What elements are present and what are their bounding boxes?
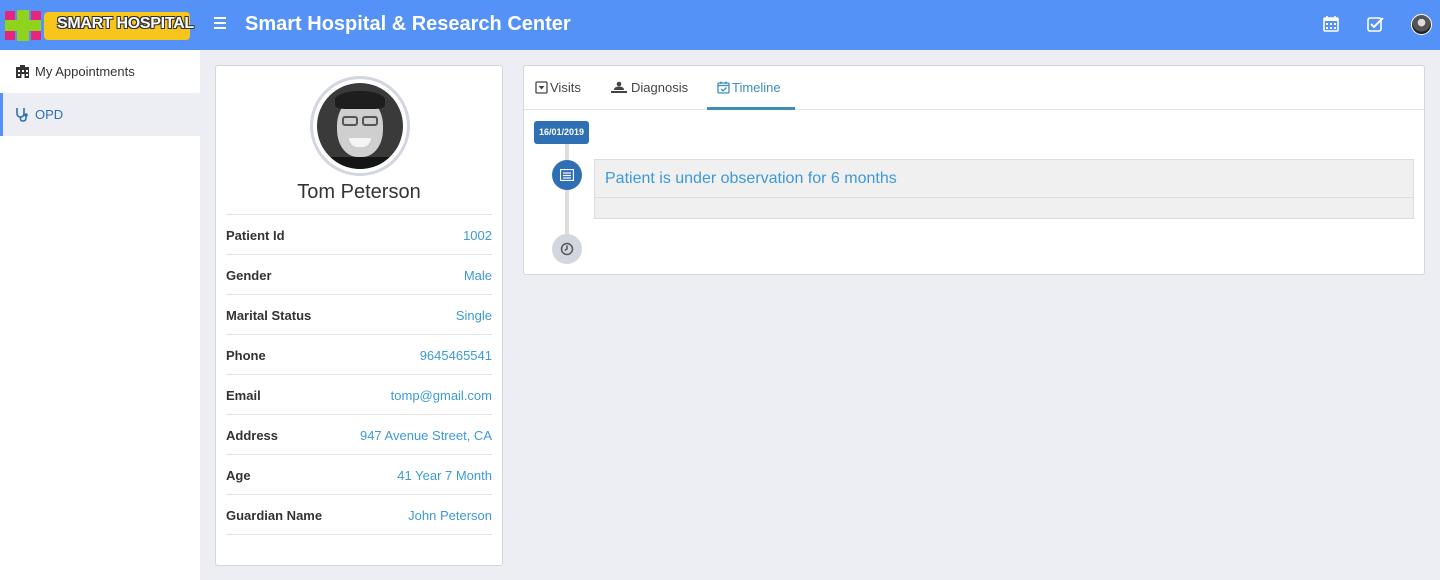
info-value[interactable]: 947 Avenue Street, CA — [360, 428, 492, 443]
info-label: Phone — [226, 348, 266, 363]
list-alt-icon — [560, 169, 574, 181]
info-value[interactable]: 41 Year 7 Month — [397, 468, 492, 483]
patient-info-list: Patient Id 1002 Gender Male Marital Stat… — [226, 214, 492, 535]
tab-label: Diagnosis — [631, 80, 689, 95]
info-label: Patient Id — [226, 228, 285, 243]
info-label: Guardian Name — [226, 508, 323, 523]
info-row-gender: Gender Male — [226, 255, 492, 295]
tab-visits[interactable]: Visits — [535, 66, 597, 110]
user-avatar[interactable] — [1411, 14, 1432, 35]
hospital-building-icon — [16, 65, 29, 78]
timeline-date-badge: 16/01/2019 — [534, 121, 590, 144]
info-label: Gender — [226, 268, 272, 283]
info-value[interactable]: Single — [456, 308, 492, 323]
info-label: Marital Status — [226, 308, 312, 323]
info-value[interactable]: 1002 — [463, 228, 492, 243]
patient-photo — [310, 76, 410, 176]
info-value[interactable]: John Peterson — [408, 508, 492, 523]
caret-square-down-icon — [535, 81, 548, 94]
app-logo[interactable]: SMART HOSPITAL — [4, 10, 194, 41]
task-check-icon[interactable] — [1366, 15, 1384, 33]
menu-icon[interactable] — [214, 17, 228, 31]
clock-icon — [560, 242, 574, 256]
calendar-check-icon — [717, 81, 730, 94]
sidebar-item-label: OPD — [35, 107, 64, 122]
calendar-icon[interactable] — [1322, 15, 1340, 33]
tab-timeline[interactable]: Timeline — [707, 66, 795, 110]
info-row-address: Address 947 Avenue Street, CA — [226, 415, 492, 455]
info-value[interactable]: tomp@gmail.com — [391, 388, 492, 403]
info-label: Email — [226, 388, 261, 403]
top-header: SMART HOSPITAL Smart Hospital & Research… — [0, 0, 1440, 50]
info-row-email: Email tomp@gmail.com — [226, 375, 492, 415]
timeline-item-header: Patient is under observation for 6 month… — [595, 160, 1413, 198]
info-row-phone: Phone 9645465541 — [226, 335, 492, 375]
tab-label: Visits — [550, 80, 581, 95]
timeline-entry-marker — [552, 160, 582, 190]
tabs-panel: Visits Diagnosis Timeline 16/01/2019 Pat… — [523, 65, 1425, 275]
info-row-age: Age 41 Year 7 Month — [226, 455, 492, 495]
info-row-marital-status: Marital Status Single — [226, 295, 492, 335]
diagnosis-icon — [611, 81, 627, 93]
sidebar-item-label: My Appointments — [35, 64, 135, 79]
patient-name: Tom Peterson — [297, 181, 421, 203]
sidebar-item-my-appointments[interactable]: My Appointments — [0, 50, 200, 93]
sidebar: My Appointments OPD — [0, 50, 200, 580]
info-row-patient-id: Patient Id 1002 — [226, 215, 492, 255]
tab-label: Timeline — [732, 80, 781, 95]
app-title: Smart Hospital & Research Center — [245, 13, 571, 35]
patient-profile-card: Tom Peterson Patient Id 1002 Gender Male… — [215, 65, 503, 566]
info-row-guardian-name: Guardian Name John Peterson — [226, 495, 492, 535]
info-value[interactable]: Male — [464, 268, 492, 283]
info-label: Age — [226, 468, 251, 483]
timeline-item-title[interactable]: Patient is under observation for 6 month… — [605, 170, 897, 188]
timeline-item: Patient is under observation for 6 month… — [594, 159, 1414, 219]
info-label: Address — [226, 428, 279, 443]
sidebar-item-opd[interactable]: OPD — [0, 93, 200, 136]
stethoscope-icon — [16, 108, 28, 122]
timeline-end-marker — [552, 234, 582, 264]
info-value[interactable]: 9645465541 — [420, 348, 492, 363]
tab-diagnosis[interactable]: Diagnosis — [611, 66, 703, 110]
tab-bar: Visits Diagnosis Timeline — [524, 66, 1424, 110]
logo-text: SMART HOSPITAL — [57, 15, 194, 32]
